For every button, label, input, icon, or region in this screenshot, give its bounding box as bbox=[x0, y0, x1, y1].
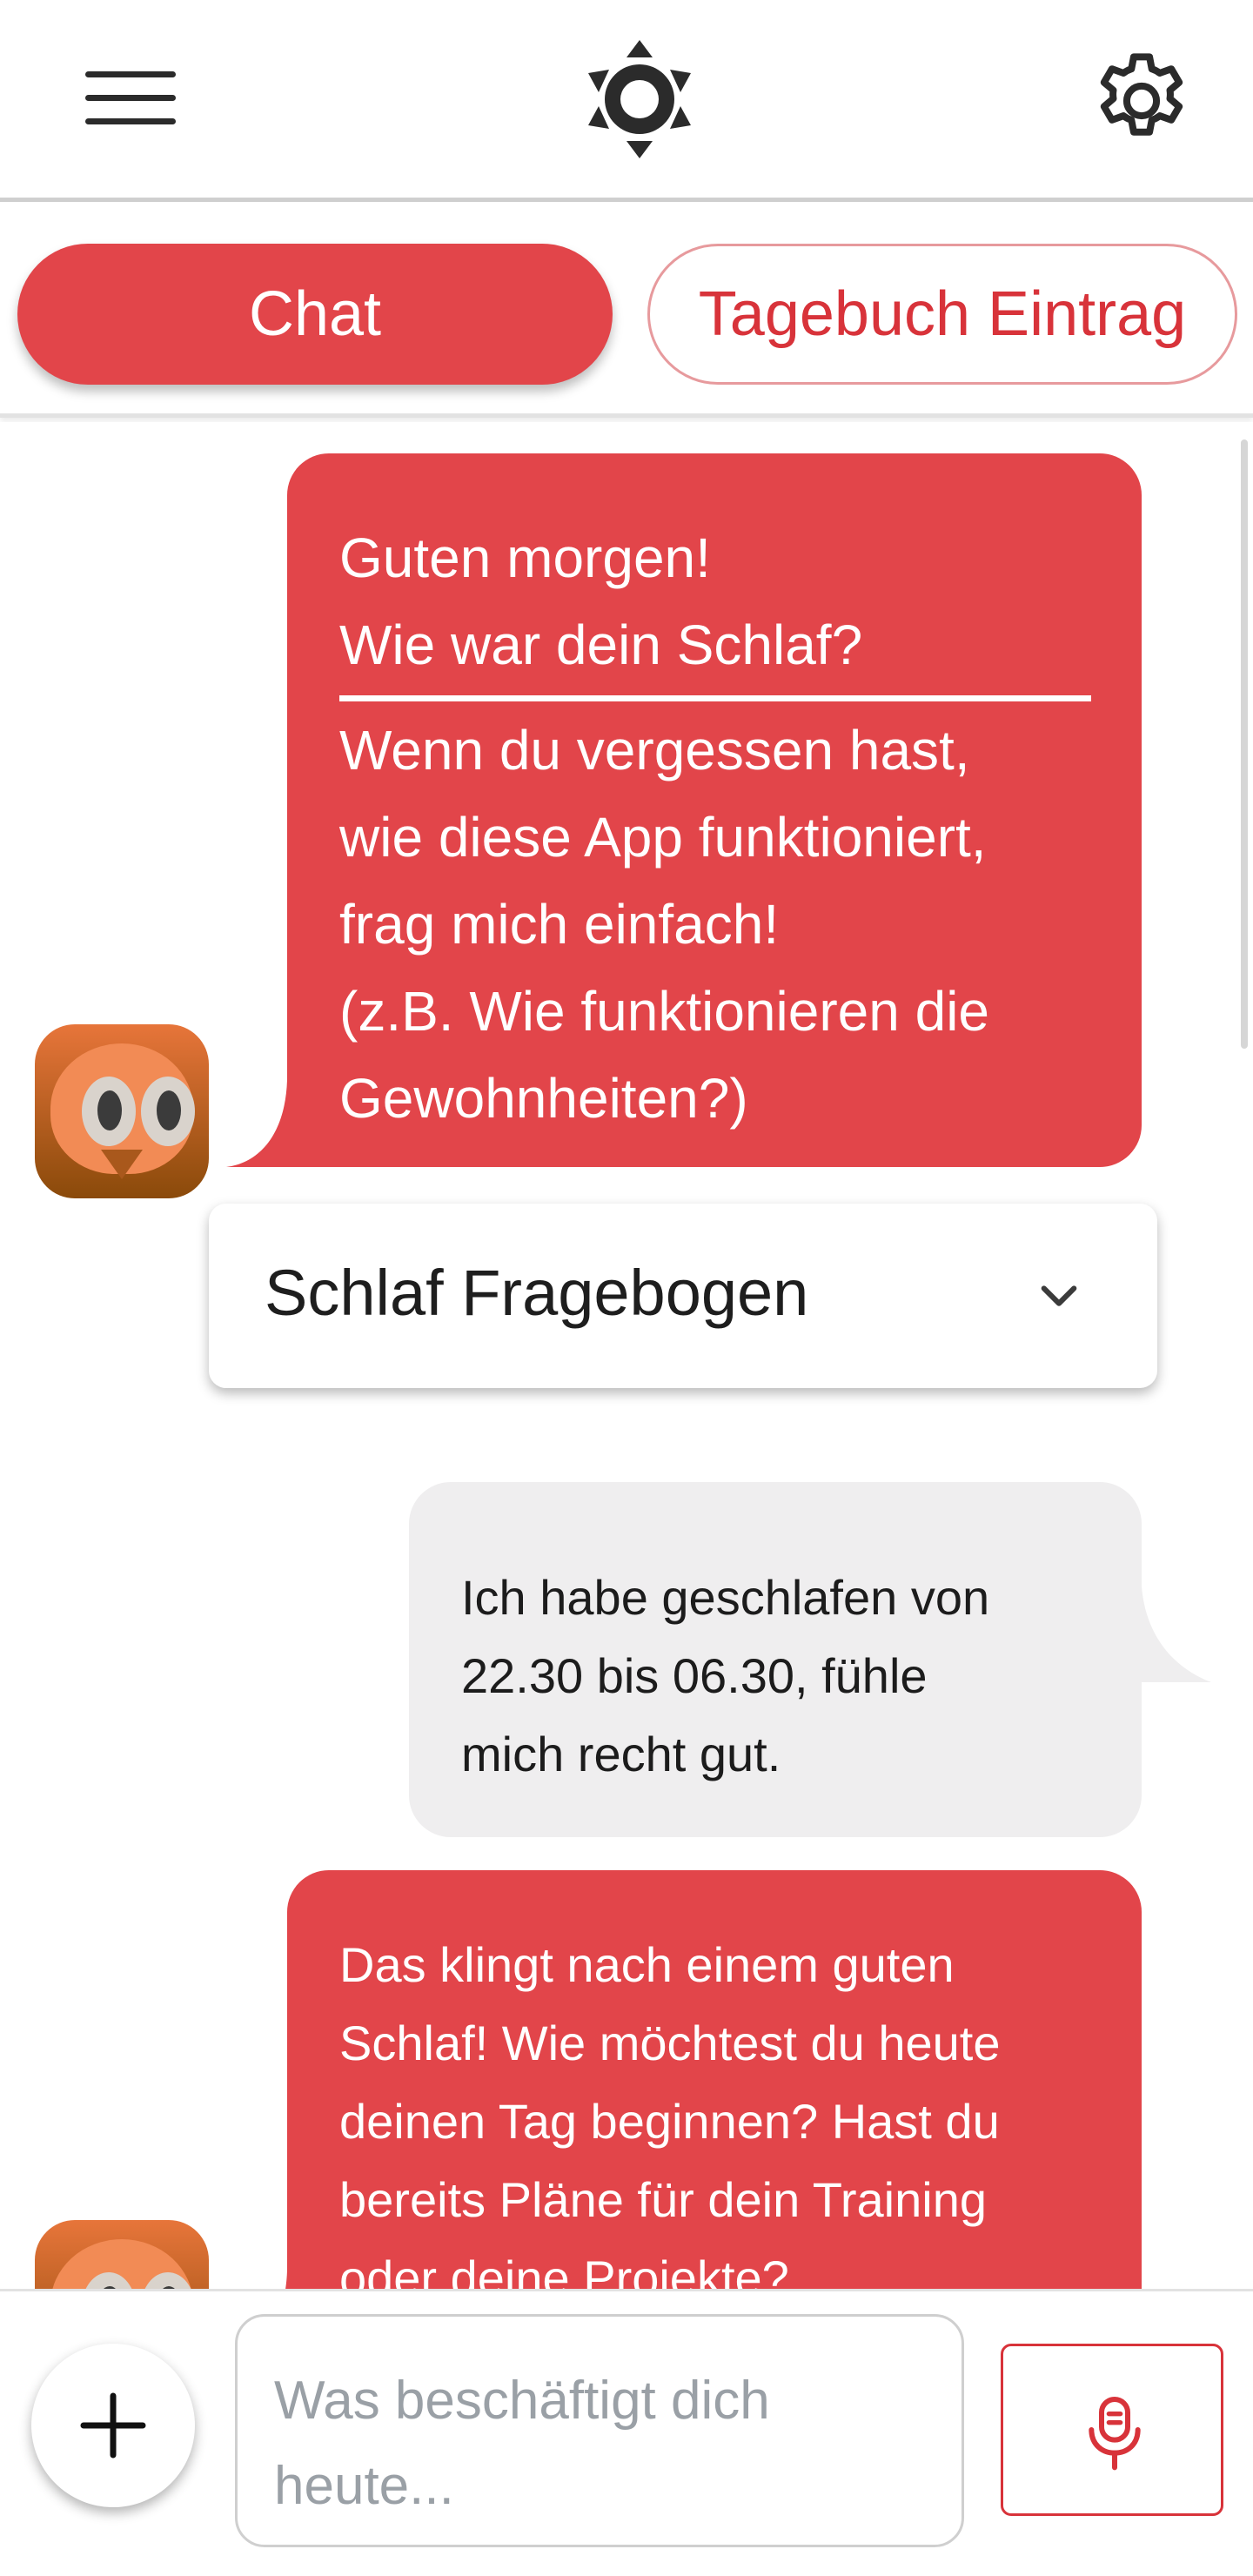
chevron-down-icon bbox=[1041, 1285, 1077, 1306]
message-line: Guten morgen! bbox=[339, 527, 711, 589]
add-button[interactable] bbox=[31, 2344, 195, 2507]
gear-icon[interactable] bbox=[1086, 45, 1197, 157]
brightness-sun-icon[interactable] bbox=[583, 38, 696, 160]
message-line: 22.30 bis 06.30, fühle bbox=[461, 1648, 928, 1703]
message-line: frag mich einfach! bbox=[339, 893, 780, 956]
message-line: oder deine Projekte? bbox=[339, 2251, 789, 2289]
microphone-icon bbox=[1089, 2397, 1141, 2471]
schlaf-fragebogen-dropdown[interactable]: Schlaf Fragebogen bbox=[209, 1204, 1157, 1388]
message-line: Gewohnheiten?) bbox=[339, 1067, 748, 1130]
message-divider bbox=[339, 695, 1091, 701]
owl-avatar bbox=[35, 1024, 209, 1198]
dropdown-label: Schlaf Fragebogen bbox=[265, 1257, 809, 1329]
message-line: mich recht gut. bbox=[461, 1727, 781, 1781]
plus-icon bbox=[80, 2392, 146, 2459]
message-input[interactable] bbox=[235, 2314, 964, 2547]
microphone-button[interactable] bbox=[1001, 2344, 1223, 2516]
message-line: Schlaf! Wie möchtest du heute bbox=[339, 2016, 1001, 2070]
user-message-bubble: Ich habe geschlafen von 22.30 bis 06.30,… bbox=[409, 1482, 1142, 1837]
message-line: Wie war dein Schlaf? bbox=[339, 614, 863, 676]
top-app-bar bbox=[0, 0, 1253, 202]
bot-message-bubble: Das klingt nach einem guten Schlaf! Wie … bbox=[287, 1870, 1142, 2289]
chat-area[interactable]: Guten morgen! Wie war dein Schlaf? Wenn … bbox=[0, 422, 1253, 2289]
message-line: wie diese App funktioniert, bbox=[339, 806, 987, 869]
bot-message-bubble: Guten morgen! Wie war dein Schlaf? Wenn … bbox=[287, 453, 1142, 1167]
message-line: Das klingt nach einem guten bbox=[339, 1937, 955, 1992]
message-input-bar bbox=[0, 2289, 1253, 2576]
hamburger-menu-icon[interactable] bbox=[82, 66, 179, 129]
message-line: deinen Tag beginnen? Hast du bbox=[339, 2094, 1000, 2149]
message-line: Ich habe geschlafen von bbox=[461, 1570, 990, 1625]
message-line: bereits Pläne für dein Training bbox=[339, 2172, 987, 2227]
message-line: (z.B. Wie funktionieren die bbox=[339, 980, 989, 1043]
owl-avatar bbox=[35, 2220, 209, 2289]
tab-tagebuch-eintrag[interactable]: Tagebuch Eintrag bbox=[647, 244, 1237, 385]
tab-chat[interactable]: Chat bbox=[17, 244, 613, 385]
tab-strip: Chat Tagebuch Eintrag bbox=[0, 202, 1253, 418]
message-line: Wenn du vergessen hast, bbox=[339, 719, 970, 782]
scrollbar[interactable] bbox=[1241, 439, 1248, 1049]
